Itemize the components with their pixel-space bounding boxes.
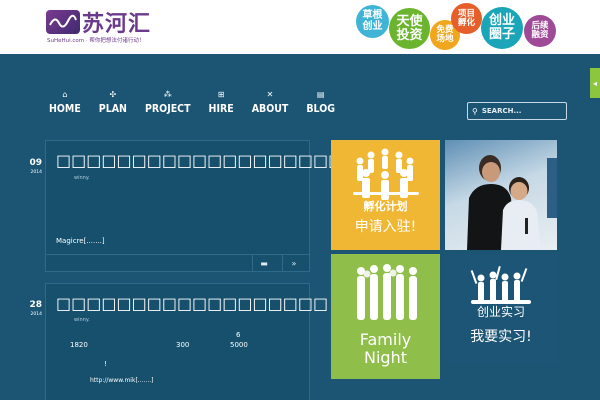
tile-subtitle: 我要实习!	[470, 329, 532, 345]
post-excerpt: Magicre[.......]	[56, 237, 105, 245]
bubble-startup-circle[interactable]: 创业 圈子	[481, 7, 523, 49]
comment-button[interactable]: ▬	[252, 255, 275, 271]
people-row-icon	[357, 264, 417, 320]
tile-title-line1: Family	[359, 330, 412, 349]
hierarchy-icon: ⊞	[217, 90, 225, 99]
nav-item-blog[interactable]: ▤ BLOG	[306, 90, 335, 120]
post-excerpt-number: 1820	[70, 341, 88, 349]
nav-item-plan[interactable]: ✣ PLAN	[99, 90, 127, 120]
logo-tagline: SuHeHui.com · 帮你把想法付诸行动！	[47, 38, 145, 44]
tile-title: 孵化计划	[363, 200, 408, 213]
site-logo[interactable]: 苏河汇 SuHeHui.com · 帮你把想法付诸行动！	[46, 8, 166, 44]
tile-title-line2: Night	[364, 348, 407, 367]
bubble-grassroots[interactable]: 草根 创业	[356, 5, 389, 38]
blog-post: □□□□□□□□□□□□□□□□□□ winny. 6 1820 300 500…	[45, 283, 328, 400]
document-icon: ▤	[316, 90, 325, 99]
post-date: 28 2014	[22, 292, 42, 317]
nav-item-about[interactable]: ✕ ABOUT	[252, 90, 289, 120]
share-icon: ✣	[109, 90, 117, 99]
search-input[interactable]	[481, 107, 558, 115]
post-author: winny.	[74, 317, 90, 323]
arrow-left-icon: ◂	[592, 78, 597, 88]
logo-wave-icon	[46, 10, 80, 34]
side-toggle-tab[interactable]: ◂	[590, 68, 600, 98]
post-date-day: 09	[29, 158, 42, 168]
bubble-angel-invest[interactable]: 天使 投资	[389, 8, 430, 49]
post-author: winny.	[74, 175, 90, 181]
tile-photo[interactable]	[445, 140, 557, 250]
post-excerpt-number: 6	[236, 331, 241, 339]
post-excerpt-number: 5000	[230, 341, 248, 349]
nav-item-project[interactable]: ⁂ PROJECT	[145, 90, 191, 120]
cross-icon: ✕	[266, 90, 274, 99]
two-men-photo	[467, 155, 557, 250]
main-nav: ⌂ HOME ✣ PLAN ⁂ PROJECT ⊞ HIRE ✕ ABOUT ▤…	[49, 90, 353, 120]
post-date-year: 2014	[30, 312, 42, 317]
post-date-day: 28	[29, 300, 42, 310]
site-header: 苏河汇 SuHeHui.com · 帮你把想法付诸行动！ 草根 创业 天使 投资…	[0, 0, 600, 54]
comment-icon: ▬	[260, 258, 268, 268]
bubble-incubation[interactable]: 项目 孵化	[451, 3, 482, 34]
tile-subtitle: 申请入驻!	[354, 219, 417, 235]
search-icon: ⚲	[472, 106, 478, 116]
post-excerpt-link[interactable]: http://www.mik[.......]	[90, 377, 153, 384]
logo-text: 苏河汇	[82, 12, 152, 37]
post-date: 09 2014	[22, 150, 42, 175]
network-icon: ⁂	[163, 90, 172, 99]
tile-startup-internship[interactable]: 创业实习 我要实习!	[445, 254, 557, 363]
post-excerpt-text: !	[104, 360, 107, 368]
nav-item-home[interactable]: ⌂ HOME	[49, 90, 81, 120]
tile-incubation-plan[interactable]: 孵化计划 申请入驻!	[331, 140, 440, 250]
post-footer: ▬ »	[46, 254, 309, 271]
read-more-button[interactable]: »	[282, 255, 305, 271]
post-title[interactable]: □□□□□□□□□□□□□□□□□□□□□	[56, 151, 373, 170]
people-circle-icon	[353, 148, 419, 200]
nav-item-hire[interactable]: ⊞ HIRE	[209, 90, 234, 120]
bubble-follow-on-funding[interactable]: 后续 融资	[524, 15, 556, 47]
post-excerpt-number: 300	[176, 341, 190, 349]
search-box[interactable]: ⚲	[467, 102, 567, 120]
home-icon: ⌂	[62, 90, 68, 99]
double-chevron-right-icon: »	[291, 258, 297, 268]
blog-post: □□□□□□□□□□□□□□□□□□□□□ winny. Magicre[...…	[45, 140, 373, 272]
tile-family-night[interactable]: Family Night	[331, 254, 440, 379]
post-title[interactable]: □□□□□□□□□□□□□□□□□□	[56, 294, 328, 313]
tile-title: 创业实习	[476, 305, 525, 319]
post-date-year: 2014	[30, 170, 42, 175]
cheering-people-icon	[470, 266, 531, 304]
